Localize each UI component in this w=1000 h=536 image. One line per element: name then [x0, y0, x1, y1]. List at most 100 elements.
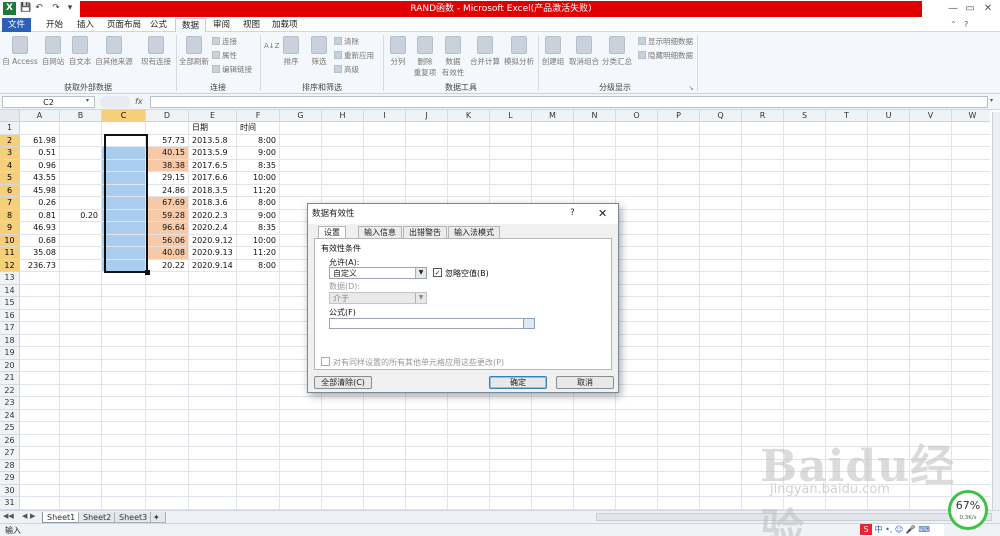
- dialog-help-button[interactable]: ?: [570, 208, 575, 218]
- sheet-tab-sheet1[interactable]: Sheet1: [42, 512, 81, 523]
- filter-button[interactable]: 筛选: [308, 36, 330, 67]
- cancel-button[interactable]: 取消: [556, 376, 614, 389]
- cell-e9[interactable]: 2020.2.4: [189, 222, 236, 234]
- row-header-27[interactable]: 27: [0, 447, 20, 460]
- cell-d7[interactable]: 67.69: [146, 197, 188, 209]
- cell-d2[interactable]: 57.73: [146, 135, 188, 147]
- row-header-12[interactable]: 12: [0, 259, 20, 272]
- cell-f7[interactable]: 8:00: [237, 197, 279, 209]
- cell-e11[interactable]: 2020.9.13: [189, 247, 236, 259]
- cell-a8[interactable]: 0.81: [20, 210, 59, 222]
- cell-d10[interactable]: 56.06: [146, 234, 188, 246]
- row-header-9[interactable]: 9: [0, 222, 20, 235]
- row-header-31[interactable]: 31: [0, 497, 20, 510]
- vertical-scrollbar[interactable]: [992, 112, 1000, 510]
- sheet-nav-first-icon[interactable]: ◀◀: [3, 512, 14, 520]
- fill-handle[interactable]: [145, 270, 150, 275]
- cell-f1[interactable]: 时间: [237, 122, 279, 134]
- cell-f10[interactable]: 10:00: [237, 235, 279, 247]
- properties-button[interactable]: 属性: [212, 50, 237, 62]
- cell-f5[interactable]: 10:00: [237, 172, 279, 184]
- tab-file[interactable]: 文件: [2, 18, 32, 32]
- cell-d8[interactable]: 59.28: [146, 209, 188, 221]
- connections-button[interactable]: 连接: [212, 36, 237, 48]
- cell-d4[interactable]: 38.38: [146, 159, 188, 171]
- cell-e2[interactable]: 2013.5.8: [189, 135, 236, 147]
- cell-d3[interactable]: 40.15: [146, 147, 188, 159]
- cell-e5[interactable]: 2017.6.6: [189, 172, 236, 184]
- cell-a6[interactable]: 45.98: [20, 185, 59, 197]
- clear-all-button[interactable]: 全部清除(C): [314, 376, 372, 389]
- row-header-23[interactable]: 23: [0, 397, 20, 410]
- from-web-button[interactable]: 自网站: [40, 36, 66, 67]
- cell-e12[interactable]: 2020.9.14: [189, 260, 236, 272]
- select-all-corner[interactable]: [0, 110, 20, 122]
- edit-links-button[interactable]: 编辑链接: [212, 64, 252, 76]
- advanced-filter-button[interactable]: 高级: [334, 64, 359, 76]
- column-header-h[interactable]: H: [322, 110, 364, 122]
- tab-review[interactable]: 审阅: [207, 18, 236, 32]
- undo-icon[interactable]: ↶: [33, 2, 45, 14]
- refresh-all-button[interactable]: 全部刷新: [178, 36, 210, 67]
- clear-filter-button[interactable]: 清除: [334, 36, 359, 48]
- cell-f12[interactable]: 8:00: [237, 260, 279, 272]
- column-header-q[interactable]: Q: [700, 110, 742, 122]
- tab-ime-mode[interactable]: 输入法模式: [448, 226, 500, 238]
- from-other-sources-button[interactable]: 自其他来源: [94, 36, 134, 67]
- sheet-tab-sheet3[interactable]: Sheet3: [114, 512, 153, 523]
- row-header-29[interactable]: 29: [0, 472, 20, 485]
- cell-f11[interactable]: 11:20: [237, 247, 279, 259]
- customize-quick-access-icon[interactable]: ▾: [64, 2, 76, 14]
- cell-e3[interactable]: 2013.5.9: [189, 147, 236, 159]
- sheet-tab-sheet2[interactable]: Sheet2: [78, 512, 117, 523]
- tab-input-message[interactable]: 输入信息: [358, 226, 402, 238]
- cell-d12[interactable]: 20.22: [146, 260, 188, 272]
- sheet-nav-next-icon[interactable]: ▶: [30, 512, 35, 520]
- row-header-18[interactable]: 18: [0, 334, 20, 347]
- data-validation-button[interactable]: 数据 有效性: [440, 36, 466, 78]
- row-header-13[interactable]: 13: [0, 272, 20, 285]
- column-header-f[interactable]: F: [237, 110, 280, 122]
- row-header-7[interactable]: 7: [0, 197, 20, 210]
- cell-a12[interactable]: 236.73: [20, 260, 59, 272]
- tab-error-alert[interactable]: 出错警告: [403, 226, 447, 238]
- sheet-nav-prev-icon[interactable]: ◀: [22, 512, 27, 520]
- formula-input[interactable]: [150, 96, 988, 108]
- cell-a10[interactable]: 0.68: [20, 235, 59, 247]
- cell-a9[interactable]: 46.93: [20, 222, 59, 234]
- from-access-button[interactable]: 自 Access: [2, 36, 38, 67]
- column-header-i[interactable]: I: [364, 110, 406, 122]
- row-header-3[interactable]: 3: [0, 147, 20, 160]
- cell-d9[interactable]: 96.64: [146, 222, 188, 234]
- tab-home[interactable]: 开始: [40, 18, 69, 32]
- cell-a2[interactable]: 61.98: [20, 135, 59, 147]
- row-header-28[interactable]: 28: [0, 459, 20, 472]
- cell-e10[interactable]: 2020.9.12: [189, 235, 236, 247]
- dialog-launcher-icon[interactable]: ↘: [688, 84, 694, 92]
- cell-a7[interactable]: 0.26: [20, 197, 59, 209]
- column-header-j[interactable]: J: [406, 110, 448, 122]
- save-icon[interactable]: 💾: [20, 2, 32, 14]
- column-header-d[interactable]: D: [146, 110, 189, 122]
- cell-f6[interactable]: 11:20: [237, 185, 279, 197]
- row-header-21[interactable]: 21: [0, 372, 20, 385]
- existing-connections-button[interactable]: 现有连接: [138, 36, 174, 67]
- tab-view[interactable]: 视图: [237, 18, 266, 32]
- row-header-2[interactable]: 2: [0, 134, 20, 147]
- allow-select[interactable]: 自定义 ▼: [329, 267, 427, 279]
- cell-d6[interactable]: 24.86: [146, 185, 188, 197]
- column-header-r[interactable]: R: [742, 110, 784, 122]
- range-select-icon[interactable]: [523, 318, 535, 329]
- tab-data[interactable]: 数据: [175, 18, 207, 32]
- sort-button[interactable]: 排序: [280, 36, 302, 67]
- row-header-1[interactable]: 1: [0, 122, 20, 135]
- column-header-g[interactable]: G: [280, 110, 322, 122]
- help-icon[interactable]: ?: [964, 20, 968, 29]
- row-header-20[interactable]: 20: [0, 359, 20, 372]
- from-text-button[interactable]: 自文本: [67, 36, 93, 67]
- show-detail-button[interactable]: 显示明细数据: [638, 36, 693, 48]
- row-header-24[interactable]: 24: [0, 409, 20, 422]
- remove-duplicates-button[interactable]: 删除 重复项: [412, 36, 438, 78]
- cell-e8[interactable]: 2020.2.3: [189, 210, 236, 222]
- column-header-p[interactable]: P: [658, 110, 700, 122]
